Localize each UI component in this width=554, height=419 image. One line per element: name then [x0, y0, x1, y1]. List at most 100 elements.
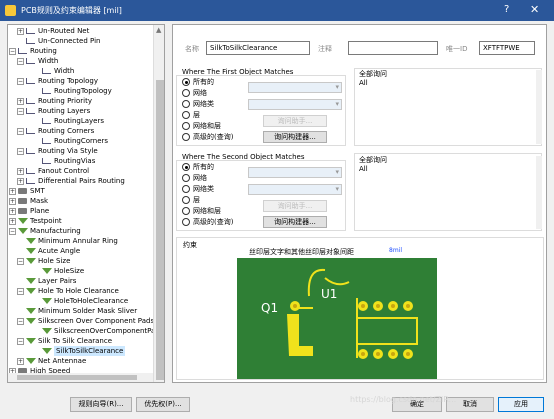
tree-item[interactable]: − Silk To Silk Clearance: [8, 336, 158, 346]
expand-icon[interactable]: +: [9, 198, 16, 205]
tree-item-label: HoleSize: [54, 267, 85, 275]
radio-icon[interactable]: [182, 78, 190, 86]
diagram-pad-hole: [376, 304, 380, 308]
tree-item[interactable]: + Routing Priority: [8, 96, 158, 106]
radio-icon[interactable]: [182, 196, 190, 204]
expand-icon[interactable]: +: [9, 208, 16, 215]
second-netclass-combo[interactable]: ▾: [248, 184, 342, 195]
second-query-builder-button[interactable]: 询问构建器...: [263, 216, 327, 228]
help-icon[interactable]: ?: [504, 4, 509, 15]
expand-icon[interactable]: +: [17, 168, 24, 175]
tree-item[interactable]: − Hole To Hole Clearance: [8, 286, 158, 296]
tree-scroll-thumb[interactable]: [156, 80, 164, 380]
radio-icon[interactable]: [182, 133, 190, 141]
tree-item[interactable]: − Routing: [8, 46, 158, 56]
tree-item[interactable]: − Routing Via Style: [8, 146, 158, 156]
unique-id-field[interactable]: XFTFTPWE: [479, 41, 535, 55]
radio-icon[interactable]: [182, 122, 190, 130]
radio-icon[interactable]: [182, 174, 190, 182]
radio-icon[interactable]: [182, 163, 190, 171]
tree-item[interactable]: Minimum Annular Ring: [8, 236, 158, 246]
tree-item[interactable]: − Routing Layers: [8, 106, 158, 116]
tree-item[interactable]: + Testpoint: [8, 216, 158, 226]
tree-item[interactable]: + Plane: [8, 206, 158, 216]
tree-item[interactable]: Width: [8, 66, 158, 76]
tree-item[interactable]: RoutingVias: [8, 156, 158, 166]
first-query-builder-button[interactable]: 询问构建器...: [263, 131, 327, 143]
radio-icon[interactable]: [182, 185, 190, 193]
name-field[interactable]: SilkToSilkClearance: [206, 41, 310, 55]
radio-icon[interactable]: [182, 89, 190, 97]
collapse-icon[interactable]: −: [17, 258, 24, 265]
tree-hscroll-thumb[interactable]: [17, 375, 137, 380]
tree-item[interactable]: Minimum Solder Mask Sliver: [8, 306, 158, 316]
apply-button[interactable]: 应用: [498, 397, 544, 412]
collapse-icon[interactable]: −: [17, 58, 24, 65]
first-query-scrollbar[interactable]: [536, 70, 542, 144]
tree-item[interactable]: − Routing Corners: [8, 126, 158, 136]
tree-item-label: Routing Priority: [38, 97, 92, 105]
rule-tree[interactable]: + Un-Routed Net Un-Connected Pin − Routing − W…: [7, 24, 165, 383]
tree-item-label: SilkscreenOverComponentPad: [54, 327, 160, 335]
radio-icon[interactable]: [182, 111, 190, 119]
radio-icon[interactable]: [182, 218, 190, 226]
tree-item[interactable]: RoutingCorners: [8, 136, 158, 146]
collapse-icon[interactable]: −: [17, 78, 24, 85]
tree-vertical-scrollbar[interactable]: ▲: [153, 25, 164, 382]
rule-wizard-button[interactable]: 规则向导(R)...: [70, 397, 132, 412]
tree-item[interactable]: + Mask: [8, 196, 158, 206]
second-query-scrollbar[interactable]: [536, 156, 542, 229]
tree-horizontal-scrollbar[interactable]: [8, 373, 153, 382]
radio-icon[interactable]: [182, 207, 190, 215]
second-net-combo[interactable]: ▾: [248, 167, 342, 178]
scroll-up-icon[interactable]: ▲: [156, 26, 161, 34]
tree-item-selected[interactable]: SilkToSilkClearance: [8, 346, 158, 356]
tree-item[interactable]: + Un-Routed Net: [8, 26, 158, 36]
first-net-combo[interactable]: ▾: [248, 82, 342, 93]
second-query-helper-button[interactable]: 询问助手...: [263, 200, 327, 212]
collapse-icon[interactable]: −: [17, 108, 24, 115]
tree-item[interactable]: Layer Pairs: [8, 276, 158, 286]
close-icon[interactable]: ✕: [530, 3, 539, 16]
tree-item[interactable]: − Width: [8, 56, 158, 66]
tree-item[interactable]: Un-Connected Pin: [8, 36, 158, 46]
tree-item[interactable]: RoutingTopology: [8, 86, 158, 96]
collapse-icon[interactable]: −: [17, 148, 24, 155]
collapse-icon[interactable]: −: [17, 338, 24, 345]
tree-item[interactable]: − Manufacturing: [8, 226, 158, 236]
radio-icon[interactable]: [182, 100, 190, 108]
first-query-helper-button[interactable]: 询问助手...: [263, 115, 327, 127]
tree-item[interactable]: − Silkscreen Over Component Pads: [8, 316, 158, 326]
rule-icon: [42, 158, 51, 164]
tree-item[interactable]: HoleSize: [8, 266, 158, 276]
expand-icon[interactable]: +: [9, 218, 16, 225]
tree-item[interactable]: Acute Angle: [8, 246, 158, 256]
tree-item[interactable]: + Net Antennae: [8, 356, 158, 366]
collapse-icon[interactable]: −: [17, 318, 24, 325]
tree-item[interactable]: SilkscreenOverComponentPad: [8, 326, 160, 336]
tree-item[interactable]: RoutingLayers: [8, 116, 158, 126]
expand-icon[interactable]: +: [17, 98, 24, 105]
tree-item[interactable]: − Routing Topology: [8, 76, 158, 86]
comment-field[interactable]: [348, 41, 438, 55]
priorities-button[interactable]: 优先权(P)...: [136, 397, 190, 412]
tree-item[interactable]: + Fanout Control: [8, 166, 158, 176]
pcb-icon: [18, 208, 27, 214]
clearance-value[interactable]: 8mil: [389, 247, 402, 254]
collapse-icon[interactable]: −: [9, 48, 16, 55]
expand-icon[interactable]: +: [9, 188, 16, 195]
tree-item-label: RoutingVias: [54, 157, 96, 165]
tree-item[interactable]: − Hole Size: [8, 256, 158, 266]
collapse-icon[interactable]: −: [17, 288, 24, 295]
tree-item-label: RoutingLayers: [54, 117, 105, 125]
tree-item[interactable]: + SMT: [8, 186, 158, 196]
tree-item-label: Routing Corners: [38, 127, 95, 135]
tree-item[interactable]: + Differential Pairs Routing: [8, 176, 158, 186]
expand-icon[interactable]: +: [17, 358, 24, 365]
tree-item[interactable]: HoleToHoleClearance: [8, 296, 158, 306]
collapse-icon[interactable]: −: [9, 228, 16, 235]
expand-icon[interactable]: +: [17, 28, 24, 35]
first-netclass-combo[interactable]: ▾: [248, 99, 342, 110]
expand-icon[interactable]: +: [17, 178, 24, 185]
collapse-icon[interactable]: −: [17, 128, 24, 135]
